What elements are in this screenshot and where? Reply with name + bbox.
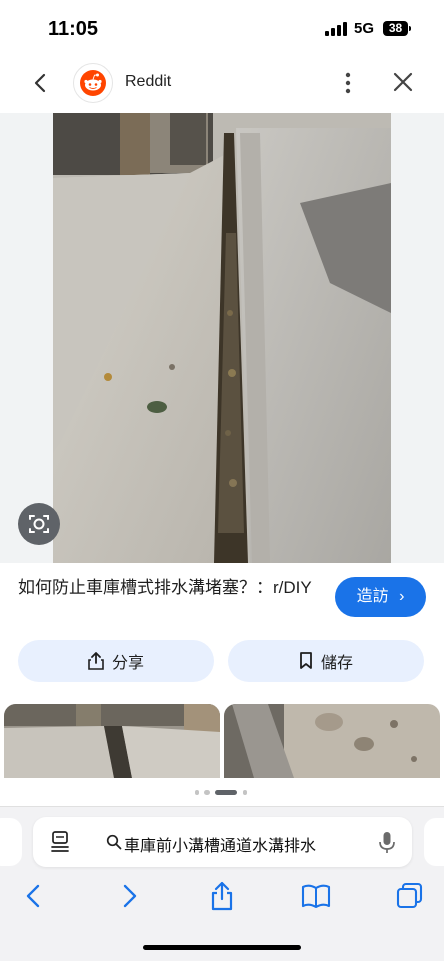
signal-icon (325, 22, 347, 36)
search-icon (106, 834, 122, 850)
drainage-photo (53, 113, 391, 563)
result-title[interactable]: 如何防止車庫槽式排水溝堵塞？：r/DIY (18, 576, 313, 599)
save-label: 儲存 (320, 655, 353, 672)
close-icon (393, 72, 413, 92)
reddit-alien-icon (80, 70, 106, 96)
bookmark-icon (300, 652, 312, 669)
browser-back-button[interactable] (18, 880, 50, 912)
book-icon (301, 884, 331, 909)
reddit-logo (73, 63, 113, 103)
related-photo-2 (224, 704, 440, 778)
microphone-icon (379, 832, 395, 853)
save-button[interactable]: 儲存 (228, 640, 424, 682)
site-name: Reddit (125, 73, 172, 90)
page-menu-icon[interactable] (50, 831, 70, 853)
visit-label: 造訪 (356, 588, 389, 605)
home-indicator (143, 945, 301, 950)
share-icon (88, 652, 104, 670)
bookmarks-button[interactable] (300, 880, 332, 912)
network-label: 5G (354, 20, 375, 37)
share-label: 分享 (111, 655, 144, 672)
more-options-button[interactable] (335, 68, 361, 98)
next-tab-edge[interactable] (424, 818, 444, 866)
carousel-indicator (195, 790, 255, 796)
visit-button[interactable]: 造訪 › (335, 577, 426, 617)
search-query[interactable]: 車庫前小溝槽通道水溝排水 (124, 832, 316, 856)
chevron-right-icon: › (399, 588, 405, 605)
image-preview-area[interactable] (0, 113, 444, 563)
more-vert-icon (345, 72, 351, 94)
reader-mode-icon (51, 831, 69, 852)
battery-icon: 38 (383, 21, 408, 36)
status-time: 11:05 (48, 18, 99, 40)
chevron-left-icon (26, 884, 40, 908)
close-button[interactable] (390, 69, 416, 95)
related-image-1[interactable] (4, 704, 220, 778)
previous-tab-edge[interactable] (0, 818, 22, 866)
share-icon (211, 881, 233, 911)
tabs-button[interactable] (394, 880, 426, 912)
battery-tip (409, 26, 411, 31)
related-image-2[interactable] (224, 704, 440, 778)
chevron-right-icon (123, 884, 137, 908)
browser-share-button[interactable] (206, 880, 238, 912)
share-button[interactable]: 分享 (18, 640, 214, 682)
browser-forward-button[interactable] (113, 880, 145, 912)
tabs-icon (396, 882, 423, 909)
back-button[interactable] (28, 70, 54, 96)
lens-search-button[interactable] (18, 503, 60, 545)
microphone-button[interactable] (378, 831, 396, 855)
related-photo-1 (4, 704, 220, 778)
chevron-left-icon (34, 73, 46, 93)
camera-lens-icon (29, 515, 49, 533)
